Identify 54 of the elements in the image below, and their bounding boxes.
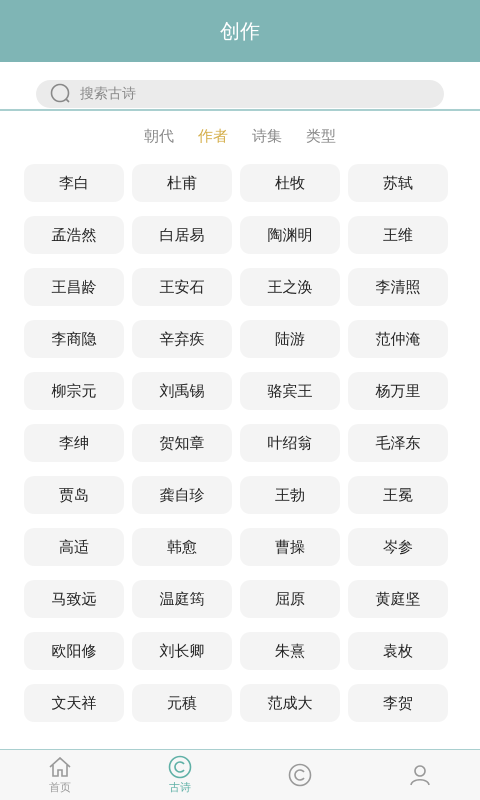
author-button[interactable]: 辛弃疾 xyxy=(132,320,232,358)
author-button[interactable]: 贺知章 xyxy=(132,424,232,462)
author-button[interactable]: 陆游 xyxy=(240,320,340,358)
author-button[interactable]: 朱熹 xyxy=(240,632,340,670)
category-tab[interactable]: 类型 xyxy=(306,127,336,146)
author-button[interactable]: 李商隐 xyxy=(24,320,124,358)
author-button[interactable]: 苏轼 xyxy=(348,164,448,202)
copyright-icon xyxy=(288,763,312,787)
author-button[interactable]: 屈原 xyxy=(240,580,340,618)
person-icon xyxy=(408,763,432,787)
author-button[interactable]: 杨万里 xyxy=(348,372,448,410)
author-button[interactable]: 李清照 xyxy=(348,268,448,306)
search-field[interactable]: 搜索古诗 xyxy=(36,80,444,108)
author-button[interactable]: 高适 xyxy=(24,528,124,566)
author-button[interactable]: 温庭筠 xyxy=(132,580,232,618)
author-button[interactable]: 王昌龄 xyxy=(24,268,124,306)
author-button[interactable]: 刘禹锡 xyxy=(132,372,232,410)
author-button[interactable]: 贾岛 xyxy=(24,476,124,514)
author-button[interactable]: 范成大 xyxy=(240,684,340,722)
copyright-icon xyxy=(168,755,192,779)
author-button[interactable]: 王安石 xyxy=(132,268,232,306)
page-title: 创作 xyxy=(220,18,260,44)
author-button[interactable]: 袁枚 xyxy=(348,632,448,670)
home-icon xyxy=(48,755,72,779)
author-button[interactable]: 白居易 xyxy=(132,216,232,254)
author-button[interactable]: 骆宾王 xyxy=(240,372,340,410)
author-button[interactable]: 王维 xyxy=(348,216,448,254)
search-icon xyxy=(50,83,72,105)
author-button[interactable]: 陶渊明 xyxy=(240,216,340,254)
author-button[interactable]: 杜甫 xyxy=(132,164,232,202)
author-button[interactable]: 岑参 xyxy=(348,528,448,566)
author-button[interactable]: 柳宗元 xyxy=(24,372,124,410)
author-button[interactable]: 毛泽东 xyxy=(348,424,448,462)
author-button[interactable]: 韩愈 xyxy=(132,528,232,566)
author-button[interactable]: 龚自珍 xyxy=(132,476,232,514)
author-button[interactable]: 文天祥 xyxy=(24,684,124,722)
author-button[interactable]: 刘长卿 xyxy=(132,632,232,670)
author-button[interactable]: 李白 xyxy=(24,164,124,202)
category-tab[interactable]: 朝代 xyxy=(144,127,174,146)
category-tab[interactable]: 诗集 xyxy=(252,127,282,146)
author-button[interactable]: 元稹 xyxy=(132,684,232,722)
author-button[interactable]: 黄庭坚 xyxy=(348,580,448,618)
author-button[interactable]: 李绅 xyxy=(24,424,124,462)
author-button[interactable]: 王冕 xyxy=(348,476,448,514)
author-button[interactable]: 杜牧 xyxy=(240,164,340,202)
author-button[interactable]: 王勃 xyxy=(240,476,340,514)
author-button[interactable]: 欧阳修 xyxy=(24,632,124,670)
author-button[interactable]: 李贺 xyxy=(348,684,448,722)
author-button[interactable]: 曹操 xyxy=(240,528,340,566)
author-button[interactable]: 王之涣 xyxy=(240,268,340,306)
author-button[interactable]: 范仲淹 xyxy=(348,320,448,358)
author-button[interactable]: 马致远 xyxy=(24,580,124,618)
author-button[interactable]: 孟浩然 xyxy=(24,216,124,254)
author-button[interactable]: 叶绍翁 xyxy=(240,424,340,462)
